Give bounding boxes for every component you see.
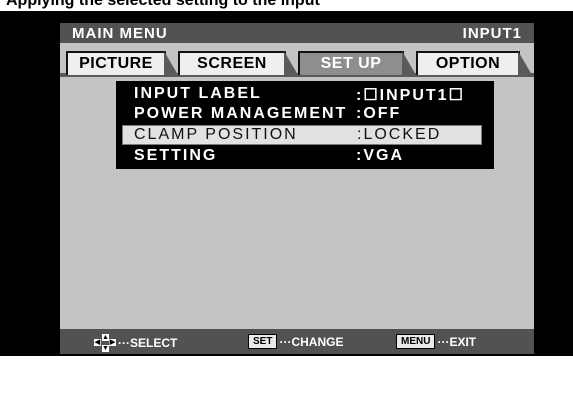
menu-item-value: :VGA [356, 147, 404, 164]
menu-item-clamp-position[interactable]: CLAMP POSITION :LOCKED [122, 125, 482, 145]
key-guide-footer: ▲ ◀ ▶ ▼ ···SELECT SET ···CHANGE MENU ···… [60, 329, 534, 354]
menu-item-label: CLAMP POSITION [134, 126, 298, 143]
menu-item-value: :☐INPUT1☐ [356, 87, 465, 104]
tab-option-shade [518, 51, 532, 75]
menu-item-value: :LOCKED [357, 126, 442, 143]
menu-item-setting[interactable]: SETTING :VGA [116, 146, 494, 166]
menu-item-input-label[interactable]: INPUT LABEL :☐INPUT1☐ [116, 84, 494, 104]
header-title: MAIN MENU [72, 25, 168, 42]
change-hint: SET ···CHANGE [248, 334, 343, 349]
exit-hint: MENU ···EXIT [396, 334, 476, 349]
exit-hint-text: ···EXIT [437, 334, 477, 349]
menu-item-value: :OFF [356, 105, 402, 122]
tab-screen[interactable]: SCREEN [178, 51, 286, 75]
menu-item-label: POWER MANAGEMENT [134, 105, 348, 122]
select-hint: ▲ ◀ ▶ ▼ ···SELECT [94, 334, 177, 352]
menu-item-label: INPUT LABEL [134, 85, 262, 102]
menu-item-label: SETTING [134, 147, 218, 164]
menu-item-power-management[interactable]: POWER MANAGEMENT :OFF [116, 104, 494, 124]
tab-picture-shade [164, 51, 178, 75]
change-hint-text: ···CHANGE [279, 334, 344, 349]
tab-setup[interactable]: SET UP [298, 51, 404, 75]
menu-key-icon: MENU [396, 334, 436, 349]
tab-setup-shade [402, 51, 416, 75]
osd-panel: MAIN MENU INPUT1 PICTURE SCREEN SET UP O… [60, 23, 534, 354]
set-key-icon: SET [248, 334, 278, 349]
display-screen: MAIN MENU INPUT1 PICTURE SCREEN SET UP O… [0, 11, 573, 356]
menu-header: MAIN MENU INPUT1 [60, 23, 534, 43]
setup-menu-list: INPUT LABEL :☐INPUT1☐ POWER MANAGEMENT :… [116, 81, 494, 169]
header-input-indicator: INPUT1 [462, 25, 522, 42]
tab-picture[interactable]: PICTURE [66, 51, 166, 75]
tab-bar: PICTURE SCREEN SET UP OPTION [60, 51, 534, 77]
tab-option[interactable]: OPTION [416, 51, 520, 75]
direction-arrows-icon: ▲ ◀ ▶ ▼ [94, 334, 116, 352]
tab-screen-shade [284, 51, 298, 75]
